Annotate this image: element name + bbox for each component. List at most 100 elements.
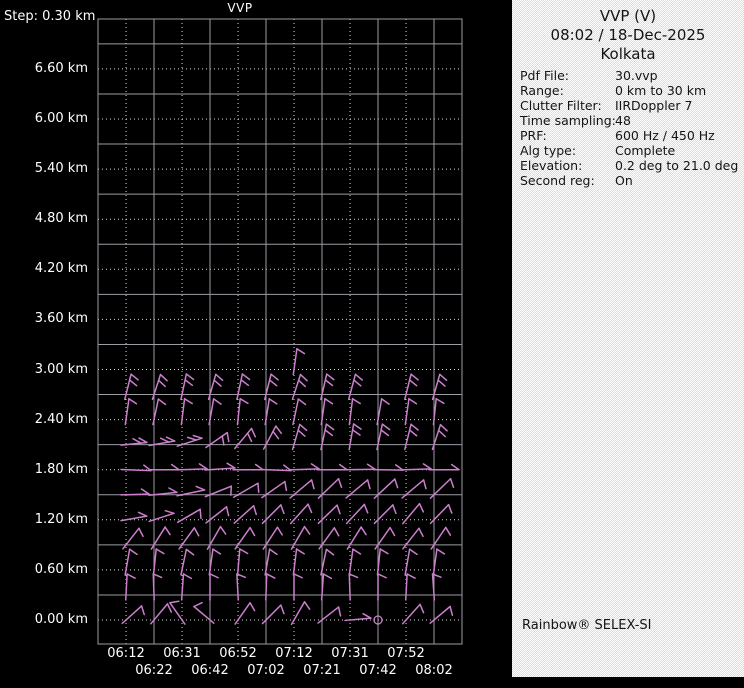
y-axis-label: 0.60 km (34, 561, 88, 577)
wind-barb-feather (219, 525, 227, 535)
parameter-value: IIRDoppler 7 (615, 98, 693, 113)
wind-barb-shaft (404, 423, 412, 451)
x-axis-label: 06:52 (219, 646, 257, 661)
wind-barb-feather (324, 429, 334, 437)
wind-barb-feather (352, 423, 362, 430)
wind-barb-feather (354, 373, 364, 381)
parameter-value: 48 (615, 113, 631, 128)
wind-barb-shaft (124, 373, 132, 401)
info-panel: VVP (V) 08:02 / 18-Dec-2025 Kolkata Pdf … (512, 0, 744, 677)
wind-barb-feather (377, 573, 387, 579)
wind-barb-feather (250, 427, 257, 438)
wind-barb-feather (185, 373, 195, 381)
wind-barb-shaft (261, 604, 282, 625)
wind-barb-feather (333, 527, 340, 537)
y-axis-label: 2.40 km (34, 411, 88, 427)
wind-barb-feather (157, 379, 166, 388)
wind-barb-feather (325, 373, 335, 381)
wind-profile-chart: Step: 0.30 km VVP 6.60 km 6.00 km 5.40 km 4… (0, 0, 512, 688)
chart-title: VVP (227, 1, 253, 15)
wind-barb-shaft (404, 373, 412, 401)
parameter-value: 600 Hz / 450 Hz (615, 128, 715, 143)
panel-header: VVP (V) 08:02 / 18-Dec-2025 Kolkata (512, 0, 744, 64)
wind-barb-shaft (347, 373, 357, 401)
wind-barb-feather (389, 526, 396, 537)
wind-barb-shaft (265, 573, 268, 601)
wind-barb-feather (363, 503, 369, 514)
x-axis-label: 06:22 (135, 663, 173, 678)
wind-barb-feather (270, 373, 279, 381)
y-axis-label: 4.80 km (34, 211, 88, 227)
wind-barb-feather (352, 548, 362, 555)
wind-barb-feather (325, 548, 335, 556)
wind-barb-feather (337, 478, 343, 489)
wind-barb-feather (410, 423, 419, 431)
wind-barb-feather (138, 527, 144, 538)
wind-barb-feather (182, 573, 193, 580)
wind-barb-feather (296, 347, 306, 355)
wind-barb-shaft (289, 503, 309, 525)
wind-barb-feather (444, 526, 452, 536)
wind-barb-feather (157, 398, 167, 406)
y-axis-label: 1.80 km (34, 461, 88, 477)
wind-barb-shaft (150, 603, 169, 625)
parameter-label: Range: (520, 83, 564, 98)
wind-barb-shaft (374, 526, 391, 550)
wind-barb-shaft (291, 373, 302, 401)
wind-barb-shaft (372, 468, 404, 471)
wind-barb-shaft (124, 548, 131, 576)
wind-barb-feather (130, 373, 139, 381)
wind-barb-shaft (120, 493, 150, 496)
wind-barb-feather (226, 431, 230, 443)
wind-barb-feather (379, 548, 389, 555)
wind-barb-feather (303, 525, 311, 535)
wind-barb-feather (406, 573, 416, 579)
wind-barb-feather (241, 373, 251, 381)
wind-barb-feather (170, 463, 180, 471)
wind-barb-feather (280, 504, 285, 515)
wind-barb-feather (380, 398, 390, 405)
y-axis-label: 5.40 km (34, 161, 88, 177)
wind-barb-feather (265, 573, 276, 579)
wind-barb-shaft (180, 373, 188, 401)
wind-barb-feather (272, 430, 280, 440)
wind-barb-feather (209, 573, 219, 579)
wind-barb-feather (439, 423, 448, 432)
wind-barb-feather (366, 479, 371, 490)
wind-barb-feather (249, 526, 256, 537)
y-axis-label: 6.60 km (34, 60, 88, 76)
wind-barb-feather (126, 573, 136, 579)
wind-barb-shaft (317, 504, 338, 525)
x-axis-label: 06:12 (107, 646, 145, 661)
wind-barb-feather (449, 605, 454, 616)
wind-barb-feather (184, 379, 194, 387)
wind-barb-shaft (205, 506, 228, 524)
wind-barb-feather (137, 511, 148, 517)
wind-barb-shaft (289, 479, 313, 499)
wind-barb-feather (239, 397, 249, 405)
x-axis-label: 07:52 (387, 646, 425, 661)
wind-barb-feather (447, 503, 453, 514)
parameter-row: Alg type: Complete (512, 143, 744, 158)
wind-barb-feather (240, 379, 250, 387)
wind-barb-feather (408, 548, 418, 556)
wind-barb-feather (268, 379, 278, 387)
x-axis-label: 07:42 (359, 663, 397, 678)
wind-barb-shaft (234, 602, 251, 625)
wind-barb-feather (418, 527, 424, 538)
wind-barb-shaft (152, 573, 155, 601)
wind-barb-shaft (262, 425, 277, 450)
wind-barb-feather (418, 502, 425, 513)
wind-barb-feather (366, 463, 376, 471)
wind-barb-feather (185, 548, 195, 556)
wind-barb-feather (408, 398, 418, 405)
wind-barb-feather (275, 425, 283, 435)
wind-barb-feather (159, 373, 168, 382)
wind-barb-feather (435, 397, 445, 405)
x-axis-label: 07:02 (247, 663, 285, 678)
wind-barb-feather (213, 379, 222, 387)
wind-barb-shaft (180, 573, 185, 601)
wind-barb-shaft (345, 479, 369, 499)
wind-barb-feather (226, 462, 236, 469)
wind-barb-feather (193, 601, 203, 608)
